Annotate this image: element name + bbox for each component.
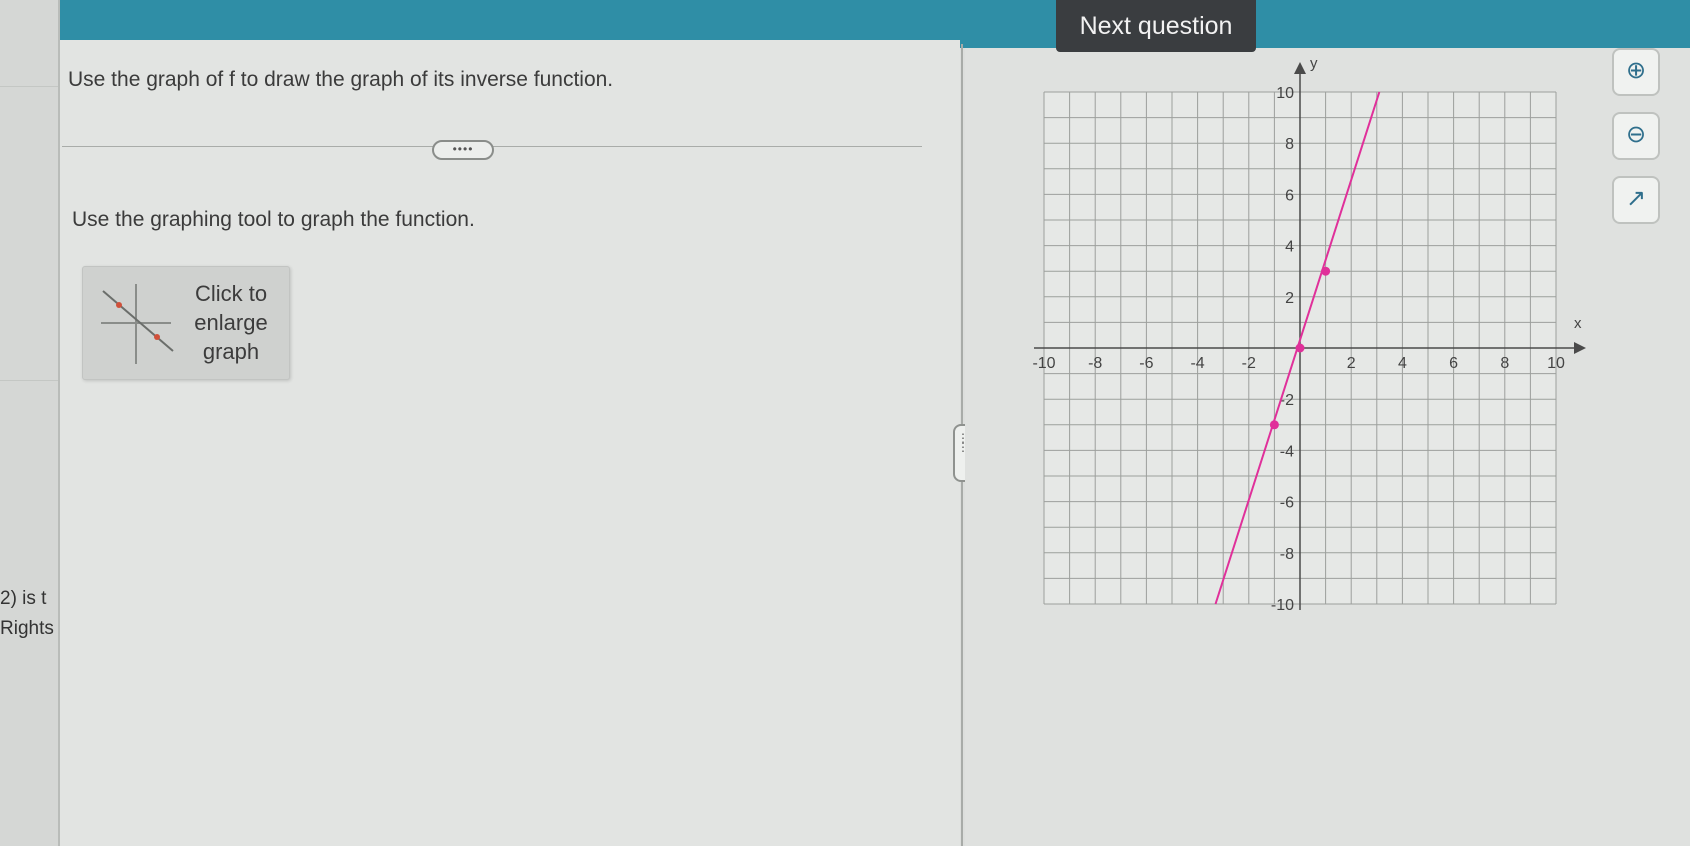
x-tick-label: 4 [1398,355,1407,372]
y-tick-label: 10 [1276,85,1294,102]
question-pane [60,40,960,846]
enlarge-graph-label: Click to enlarge graph [181,279,281,366]
enlarge-label-line: enlarge [194,310,268,335]
graphing-tool[interactable]: xy-10 -8 -6 -4 -2 2 4 6 8 10108642-2-4-6-8-10 [1020,58,1600,628]
graphing-instruction: Use the graphing tool to graph the funct… [72,208,475,231]
x-tick-label: -2 [1242,355,1256,372]
y-tick-label: -6 [1280,495,1294,512]
x-tick-label: -6 [1139,355,1153,372]
enlarge-label-line: Click to [194,281,268,306]
next-question-button[interactable]: Next question [1056,0,1256,52]
y-tick-label: -4 [1280,443,1294,460]
graph-thumbnail-icon [101,284,174,364]
zoom-in-icon[interactable]: ⊕ [1612,48,1660,96]
y-axis-label: y [1310,58,1318,72]
y-tick-label: 8 [1285,136,1294,153]
x-axis-arrow [1574,342,1586,354]
function-point [1321,266,1331,276]
y-tick-label: 2 [1285,290,1294,307]
enlarge-label-line: graph [202,339,260,364]
edge-text-fragment: Rights [0,618,54,639]
x-tick-label: 2 [1347,355,1356,372]
x-tick-label: 8 [1500,355,1509,372]
y-tick-label: -10 [1271,597,1294,614]
function-point [1269,420,1279,430]
y-tick-label: 4 [1285,239,1294,256]
edge-text-fragment: 2) is t [0,588,47,609]
popout-icon[interactable]: ↗ [1612,176,1660,224]
x-tick-label: -8 [1088,355,1102,372]
zoom-out-icon[interactable]: ⊖ [1612,112,1660,160]
x-tick-label: 6 [1449,355,1458,372]
left-edge-panel: 2) is t Rights [0,0,60,846]
x-tick-label: 10 [1547,355,1565,372]
x-axis-label: x [1574,315,1582,332]
function-point [1295,343,1305,353]
more-button[interactable]: •••• [432,140,494,160]
question-instruction: Use the graph of f to draw the graph of … [68,68,614,91]
y-tick-label: 6 [1285,187,1294,204]
y-axis-arrow [1294,62,1306,74]
x-tick-label: -4 [1190,355,1204,372]
y-tick-label: -8 [1280,546,1294,563]
x-tick-label: -10 [1032,355,1055,372]
enlarge-graph-button[interactable]: Click to enlarge graph [82,266,290,380]
